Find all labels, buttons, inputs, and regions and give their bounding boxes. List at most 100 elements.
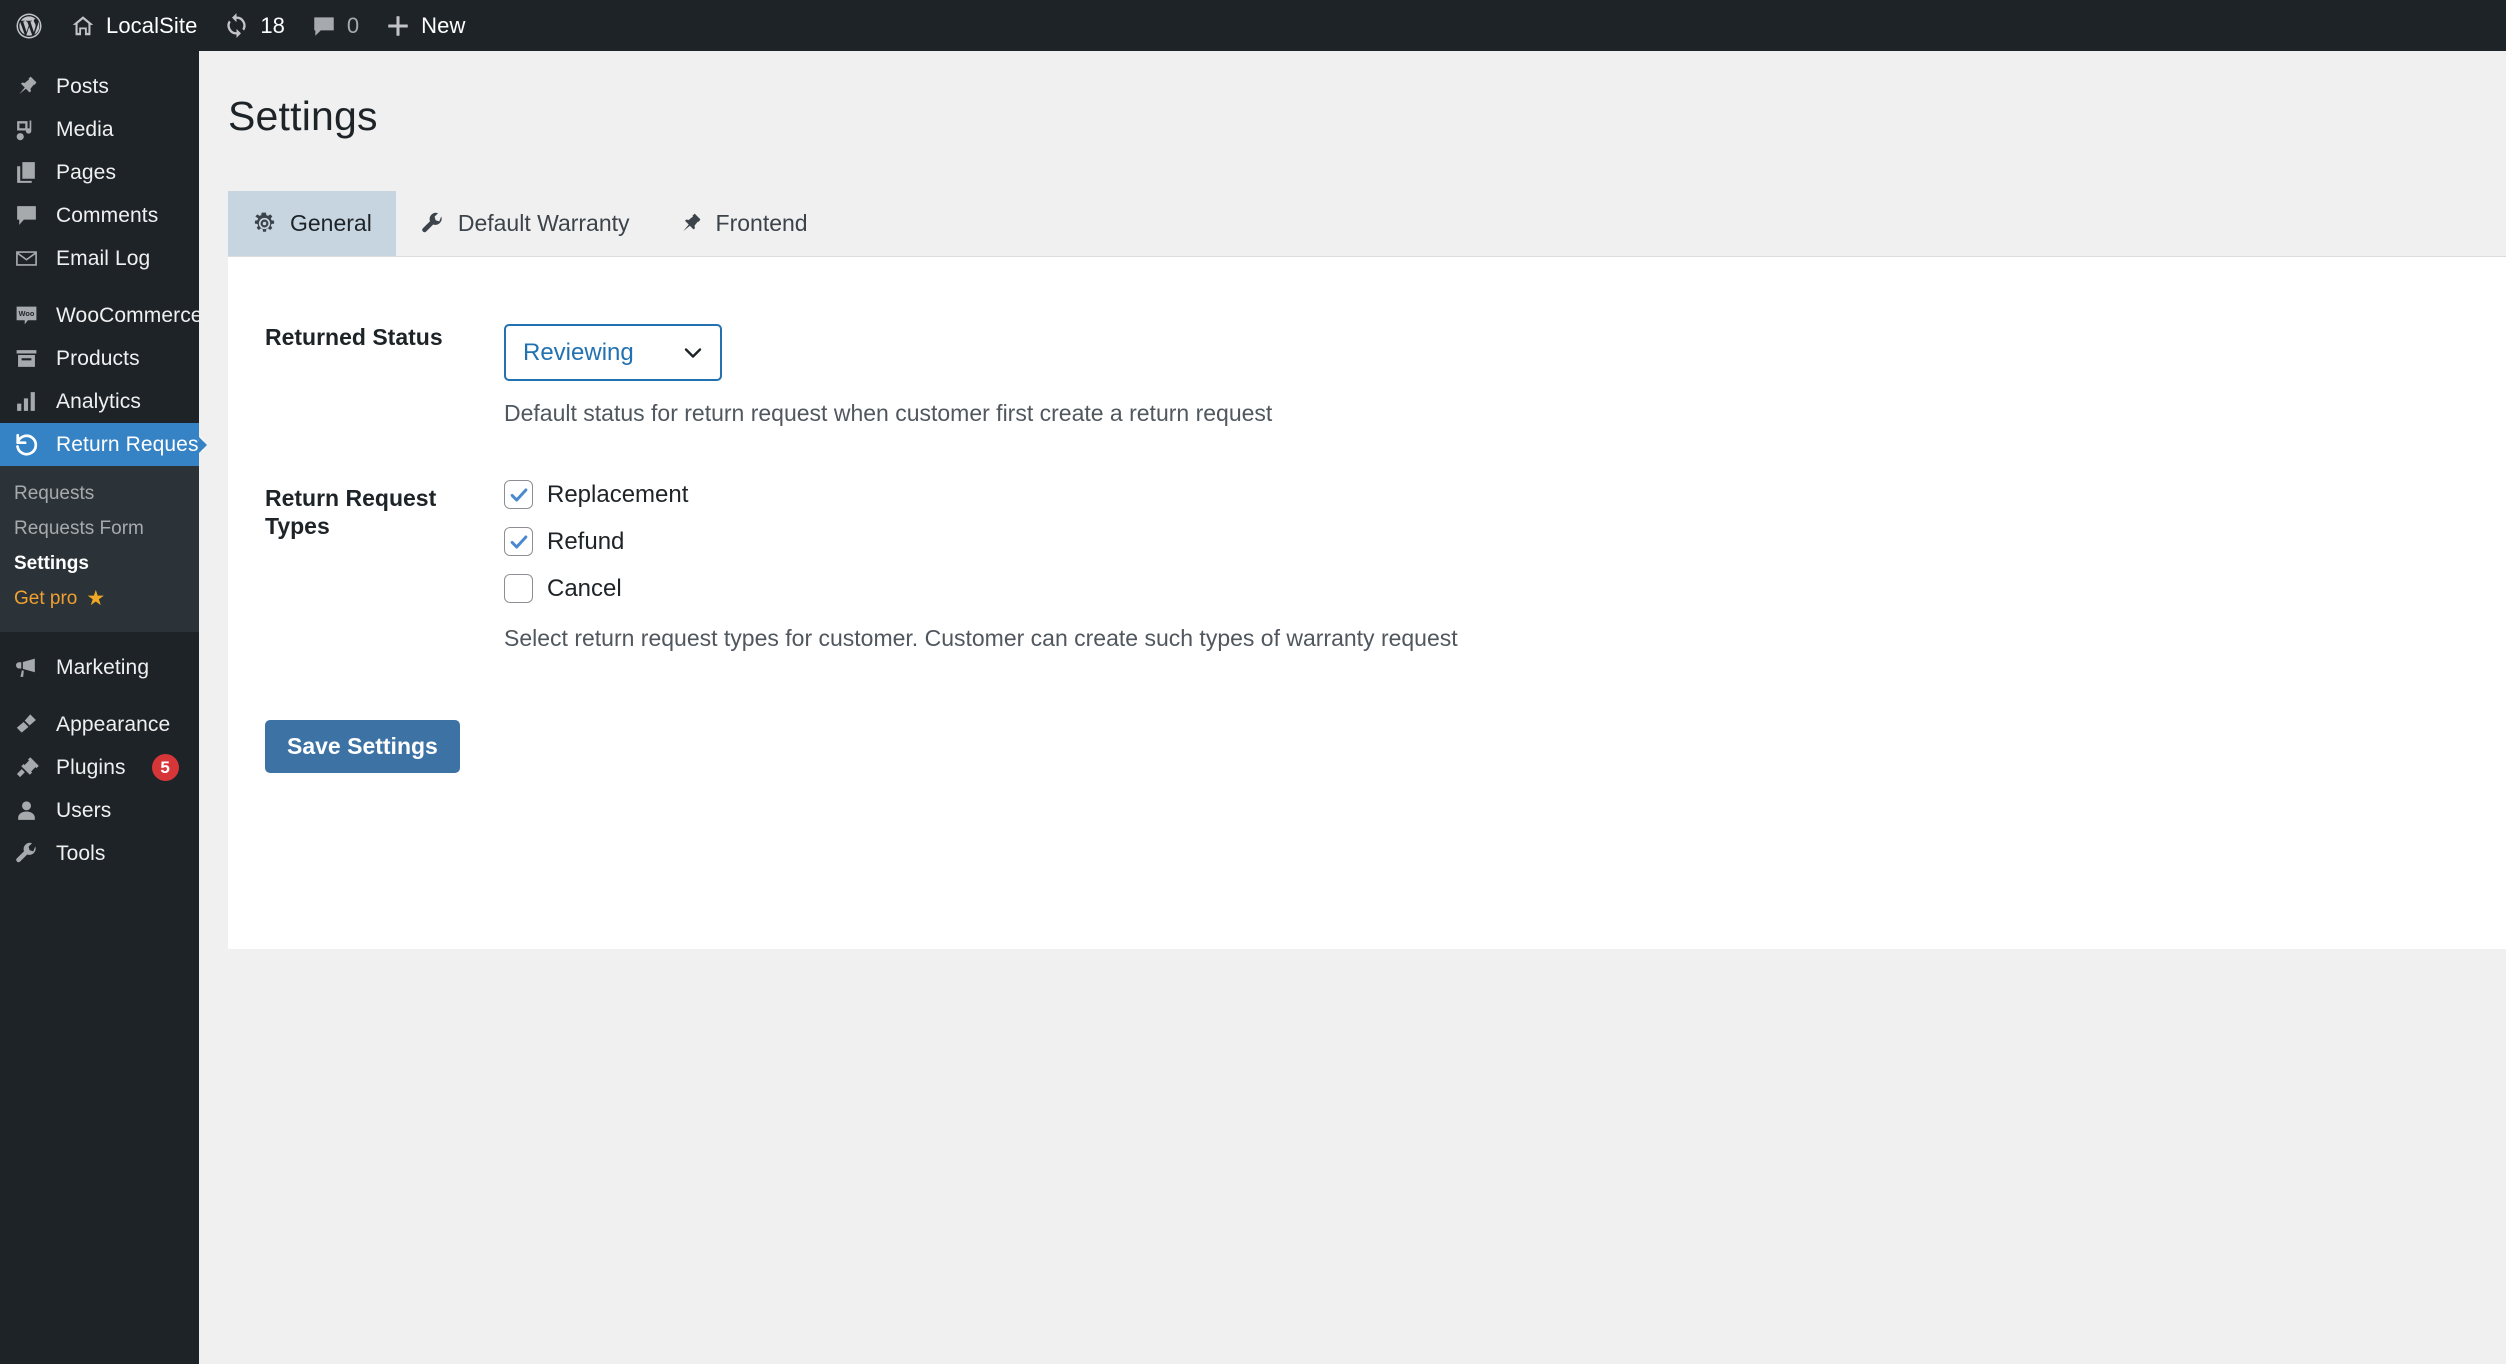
field-returned-status: Returned Status Reviewing Default status…: [228, 257, 2506, 429]
updates-button[interactable]: 18: [210, 0, 297, 51]
brush-icon: [12, 711, 40, 739]
return-request-types-body: Replacement Refund Cancel Select return …: [504, 480, 2506, 654]
sidebar-item-pages[interactable]: Pages: [0, 151, 199, 194]
sidebar-item-label: Marketing: [56, 655, 150, 679]
page-title: Settings: [228, 93, 378, 139]
checkbox-label: Cancel: [547, 574, 622, 602]
tab-label: General: [290, 210, 372, 236]
settings-card: Returned Status Reviewing Default status…: [228, 257, 2506, 949]
submenu-item-settings[interactable]: Settings: [0, 546, 199, 581]
comment-icon: [311, 13, 337, 39]
chevron-down-icon: [681, 341, 705, 365]
sidebar-item-label: Products: [56, 346, 140, 370]
sidebar-item-label: Pages: [56, 160, 117, 184]
settings-tabs: General Default Warranty Frontend: [228, 191, 2506, 257]
sidebar-item-label: Email Log: [56, 246, 151, 270]
sidebar-item-label: Posts: [56, 74, 110, 98]
new-content-label: New: [421, 12, 466, 38]
tab-label: Default Warranty: [457, 210, 630, 236]
sidebar-item-media[interactable]: Media: [0, 108, 199, 151]
sidebar-item-marketing[interactable]: Marketing: [0, 646, 199, 689]
sidebar-item-comments[interactable]: Comments: [0, 194, 199, 237]
save-settings-button[interactable]: Save Settings: [265, 720, 460, 774]
sidebar-item-label: Tools: [56, 841, 106, 865]
return-request-types-description: Select return request types for customer…: [504, 625, 1458, 652]
comments-count: 0: [346, 12, 360, 38]
updates-icon: [223, 12, 250, 39]
user-icon: [12, 797, 40, 825]
new-content-button[interactable]: New: [372, 0, 478, 51]
sidebar-item-analytics[interactable]: Analytics: [0, 380, 199, 423]
returned-status-description: Default status for return request when c…: [504, 400, 1273, 426]
sidebar-top-gap: [0, 51, 199, 65]
sidebar-item-posts[interactable]: Posts: [0, 65, 199, 108]
sidebar-item-products[interactable]: Products: [0, 337, 199, 380]
sidebar-item-email-log[interactable]: Email Log: [0, 237, 199, 280]
sidebar-item-label: Users: [56, 798, 112, 822]
admin-bar: LocalSite 18 0 New: [0, 0, 2506, 51]
checkbox-box: [504, 574, 533, 604]
star-icon: ★: [86, 587, 106, 610]
home-icon: [70, 13, 96, 39]
return-request-types-label: Return Request Types: [265, 485, 437, 539]
sidebar-item-plugins[interactable]: Plugins 5: [0, 746, 199, 789]
wordpress-logo-button[interactable]: [0, 0, 57, 51]
sidebar-item-label: Appearance: [56, 712, 171, 736]
field-return-request-types: Return Request Types Replacement Refund: [228, 429, 2506, 654]
sidebar-item-users[interactable]: Users: [0, 789, 199, 832]
checkbox-label: Replacement: [547, 480, 689, 508]
plugins-update-badge: 5: [151, 754, 179, 781]
woo-icon: Woo: [12, 302, 40, 330]
submenu-item-get-pro[interactable]: Get pro ★: [0, 581, 199, 616]
submenu-label: Requests: [14, 482, 95, 504]
submenu-label: Get pro: [14, 587, 78, 609]
tab-default-warranty[interactable]: Default Warranty: [396, 191, 654, 256]
products-icon: [12, 345, 40, 373]
returned-status-body: Reviewing Default status for return requ…: [504, 324, 2506, 429]
checkbox-box: [504, 527, 533, 557]
plug-icon: [12, 754, 40, 782]
sidebar-separator: [0, 632, 199, 646]
sidebar-item-label: Return Request: [56, 432, 205, 456]
pages-icon: [12, 159, 40, 187]
undo-arrow-icon: [12, 431, 40, 459]
return-request-submenu: Requests Requests Form Settings Get pro …: [0, 466, 199, 632]
tab-label: Frontend: [715, 210, 808, 236]
sidebar-item-label: Comments: [56, 203, 159, 227]
site-name-button[interactable]: LocalSite: [57, 0, 210, 51]
sidebar-item-tools[interactable]: Tools: [0, 832, 199, 875]
sidebar-separator: [0, 689, 199, 703]
returned-status-select[interactable]: Reviewing: [504, 324, 722, 381]
svg-text:Woo: Woo: [18, 309, 34, 318]
returned-status-value: Reviewing: [523, 338, 634, 366]
sidebar-item-appearance[interactable]: Appearance: [0, 703, 199, 746]
submenu-label: Requests Form: [14, 517, 144, 539]
submenu-item-requests[interactable]: Requests: [0, 476, 199, 511]
gear-icon: [252, 211, 277, 236]
sidebar-item-label: Analytics: [56, 389, 141, 413]
tab-general[interactable]: General: [228, 191, 396, 256]
checkbox-refund[interactable]: Refund: [504, 527, 2506, 557]
sidebar-item-label: Media: [56, 117, 114, 141]
sidebar-item-return-request[interactable]: Return Request: [0, 423, 207, 466]
comment-icon: [12, 202, 40, 230]
checkbox-cancel[interactable]: Cancel: [504, 574, 2506, 604]
checkbox-replacement[interactable]: Replacement: [504, 480, 2506, 510]
media-icon: [12, 116, 40, 144]
checkbox-label: Refund: [547, 527, 625, 555]
updates-count: 18: [260, 12, 285, 38]
analytics-icon: [12, 388, 40, 416]
sidebar-item-label: Plugins: [56, 755, 126, 779]
plus-icon: [385, 13, 411, 39]
wrench-icon: [12, 840, 40, 868]
returned-status-label: Returned Status: [265, 324, 443, 350]
save-button-row: Save Settings: [228, 654, 2506, 774]
admin-sidebar: Posts Media Pages Comments Email Log Woo…: [0, 51, 207, 1364]
sidebar-item-woocommerce[interactable]: Woo WooCommerce: [0, 294, 202, 337]
submenu-label: Settings: [14, 552, 89, 574]
submenu-item-requests-form[interactable]: Requests Form: [0, 511, 199, 546]
megaphone-icon: [12, 654, 40, 682]
comments-button[interactable]: 0: [298, 0, 372, 51]
pin-icon: [678, 211, 703, 236]
tab-frontend[interactable]: Frontend: [654, 191, 832, 256]
